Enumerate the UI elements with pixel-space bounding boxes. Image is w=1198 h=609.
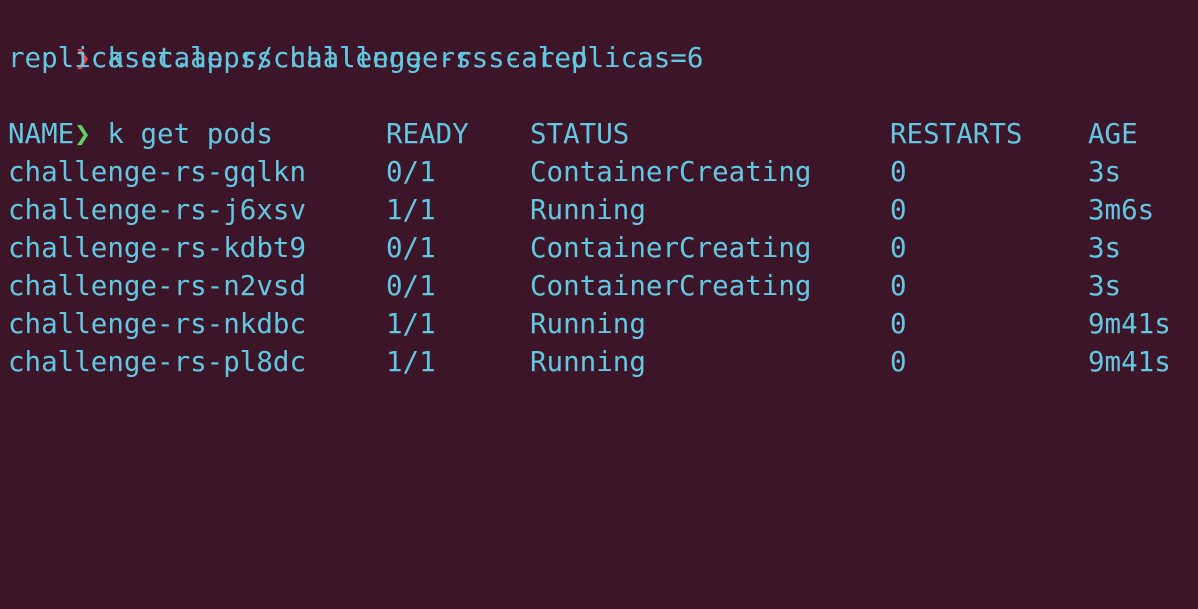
- header-name: NAME: [8, 118, 75, 150]
- table-row: challenge-rs-kdbt9 0/1 ContainerCreating…: [8, 229, 1198, 267]
- command-output: replicaset.apps/challenge-rs scaled: [8, 42, 588, 74]
- pod-age: 3m6s: [1088, 194, 1155, 226]
- header-age: AGE: [1088, 118, 1138, 150]
- table-row: challenge-rs-nkdbc 1/1 Running 0 9m41s: [8, 305, 1198, 343]
- pod-age: 3s: [1088, 156, 1122, 188]
- pod-restarts: 0: [890, 346, 907, 378]
- pod-name: challenge-rs-nkdbc: [8, 308, 307, 340]
- pod-age: 9m41s: [1088, 346, 1171, 378]
- pod-age: 9m41s: [1088, 308, 1171, 340]
- pod-restarts: 0: [890, 270, 907, 302]
- pod-status: Running: [530, 194, 646, 226]
- header-restarts: RESTARTS: [890, 118, 1023, 150]
- terminal-window[interactable]: ❯ k scale rs challenge-rs --replicas=6 r…: [8, 0, 1198, 400]
- pod-name: challenge-rs-pl8dc: [8, 346, 307, 378]
- pod-status: ContainerCreating: [530, 156, 812, 188]
- table-row: challenge-rs-j6xsv 1/1 Running 0 3m6s: [8, 191, 1198, 229]
- pod-name: challenge-rs-n2vsd: [8, 270, 307, 302]
- pod-restarts: 0: [890, 156, 907, 188]
- pod-ready: 1/1: [386, 194, 436, 226]
- pod-ready: 0/1: [386, 270, 436, 302]
- pod-restarts: 0: [890, 308, 907, 340]
- pod-ready: 0/1: [386, 156, 436, 188]
- pod-status: ContainerCreating: [530, 270, 812, 302]
- pod-age: 3s: [1088, 270, 1122, 302]
- pod-name: challenge-rs-kdbt9: [8, 232, 307, 264]
- table-row: challenge-rs-n2vsd 0/1 ContainerCreating…: [8, 267, 1198, 305]
- pod-status: ContainerCreating: [530, 232, 812, 264]
- table-row: challenge-rs-gqlkn 0/1 ContainerCreating…: [8, 153, 1198, 191]
- pod-status: Running: [530, 346, 646, 378]
- pod-ready: 0/1: [386, 232, 436, 264]
- pod-ready: 1/1: [386, 346, 436, 378]
- pod-status: Running: [530, 308, 646, 340]
- pod-ready: 1/1: [386, 308, 436, 340]
- command-line-get-pods: ❯ k get pods: [8, 77, 273, 150]
- table-header: NAME READY STATUS RESTARTS AGE: [8, 115, 1198, 153]
- table-row: challenge-rs-pl8dc 1/1 Running 0 9m41s: [8, 343, 1198, 381]
- pod-restarts: 0: [890, 194, 907, 226]
- pod-name: challenge-rs-gqlkn: [8, 156, 307, 188]
- command-line-scale: ❯ k scale rs challenge-rs --replicas=6: [8, 1, 703, 74]
- header-ready: READY: [386, 118, 469, 150]
- pod-age: 3s: [1088, 232, 1122, 264]
- header-status: STATUS: [530, 118, 630, 150]
- pod-name: challenge-rs-j6xsv: [8, 194, 307, 226]
- pod-restarts: 0: [890, 232, 907, 264]
